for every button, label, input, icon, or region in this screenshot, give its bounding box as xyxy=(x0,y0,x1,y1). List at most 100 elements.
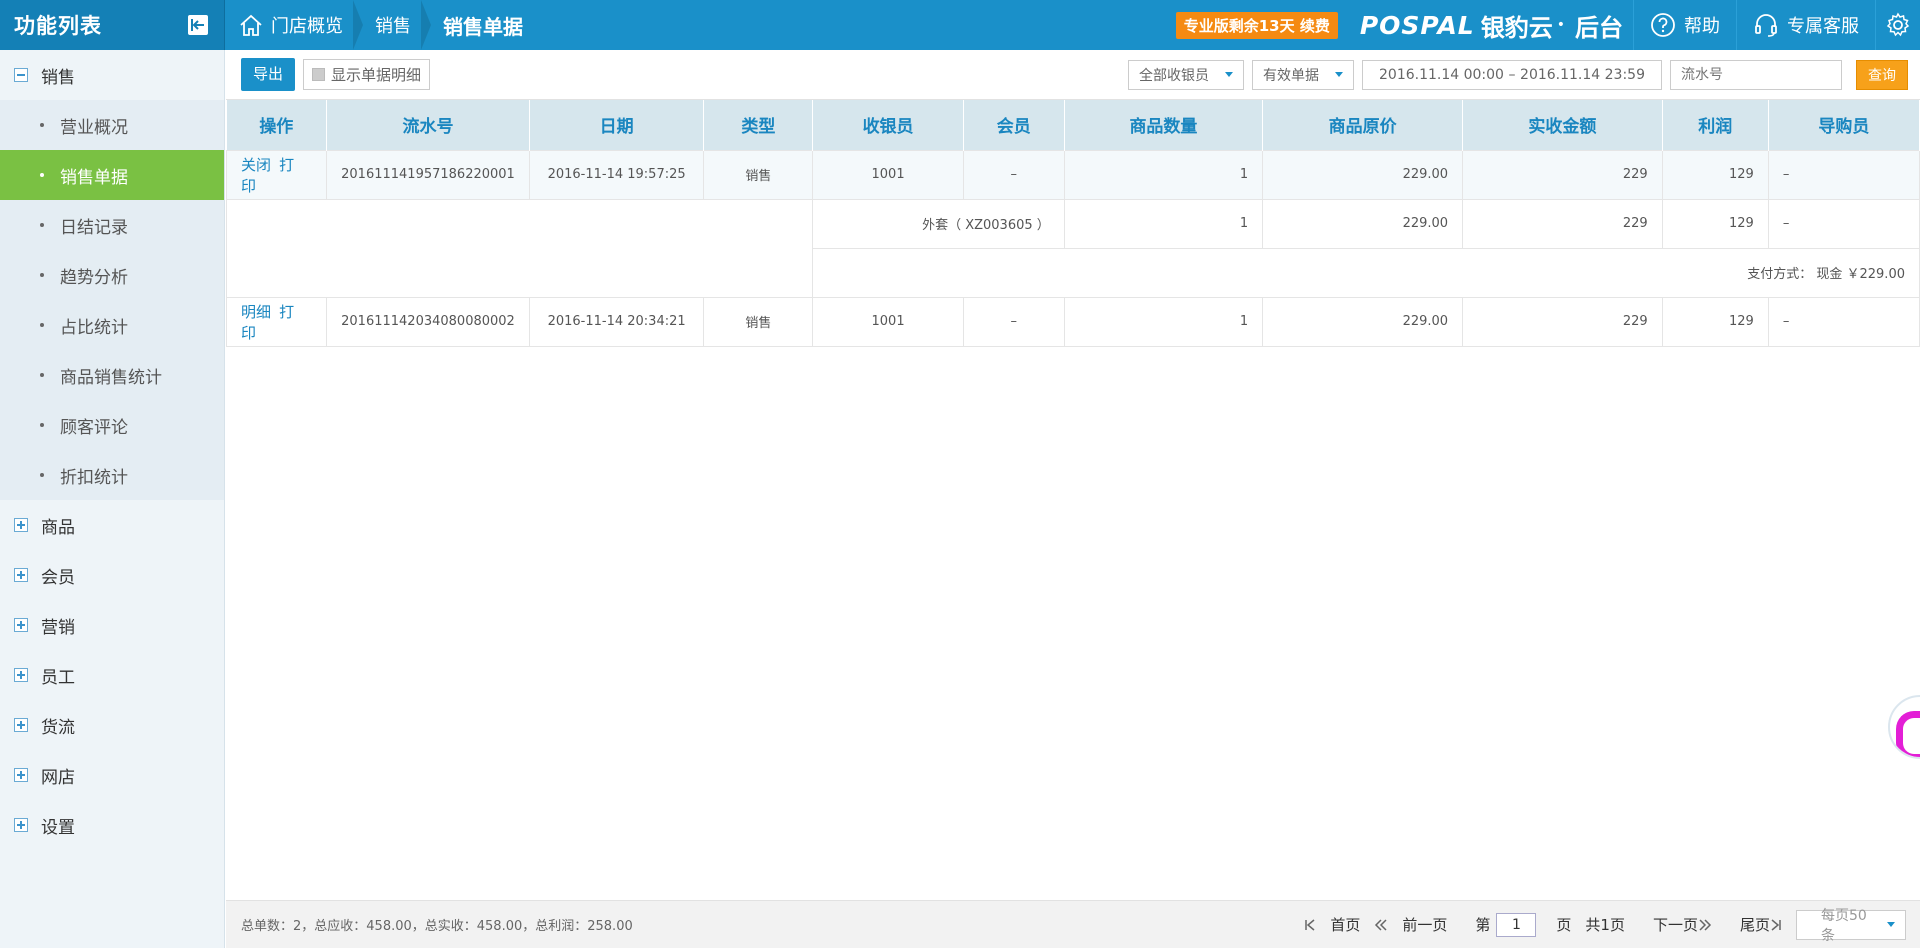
detail-item-row: 外套（ XZ003605 ） 1 229.00 229 129 – xyxy=(225,198,1920,298)
filter-toolbar: 导出 显示单据明细 全部收银员 有效单据 2016.11.14 00:00 – … xyxy=(226,50,1920,100)
page-number-input[interactable] xyxy=(1496,912,1537,937)
totals-summary: 总单数：2，总应收：458.00，总实收：458.00，总利润：258.00 xyxy=(241,919,633,934)
last-page-button[interactable]: 尾页 xyxy=(1726,914,1782,935)
last-page-icon xyxy=(1771,918,1781,931)
cell-profit: 129 xyxy=(1661,296,1769,347)
bullet-icon xyxy=(40,223,44,227)
sales-submenu: 营业概况 销售单据 日结记录 趋势分析 占比统计 商品销售统计 顾客评论 折扣统… xyxy=(0,100,224,500)
sidebar-item-label: 顾客评论 xyxy=(60,417,128,438)
double-chevron-left-icon xyxy=(1375,918,1387,931)
sidebar-item-share-statistics[interactable]: 占比统计 xyxy=(0,300,224,350)
cell-profit: 129 xyxy=(1661,149,1769,200)
gear-icon xyxy=(1886,12,1910,37)
sidebar-group-members[interactable]: 会员 xyxy=(0,550,224,600)
row-actions: 明细 打印 xyxy=(225,296,328,347)
sidebar-item-daily-settlement[interactable]: 日结记录 xyxy=(0,200,224,250)
cell-type: 销售 xyxy=(703,149,814,200)
sidebar-group-marketing[interactable]: 营销 xyxy=(0,600,224,650)
expand-plus-icon xyxy=(14,768,28,782)
table-footer: 总单数：2，总应收：458.00，总实收：458.00，总利润：258.00 首… xyxy=(226,900,1920,948)
export-button[interactable]: 导出 xyxy=(241,58,296,91)
cell-date: 2016-11-14 19:57:25 xyxy=(528,149,705,200)
query-button[interactable]: 查询 xyxy=(1856,59,1908,90)
view-detail-link[interactable]: 明细 xyxy=(241,303,271,321)
sidebar-item-sales-receipts[interactable]: 销售单据 xyxy=(0,150,224,200)
table-row[interactable]: 明细 打印 201611142034080080002 2016-11-14 2… xyxy=(225,296,1920,347)
date-start[interactable]: 2016.11.14 00:00 xyxy=(1379,67,1504,83)
sidebar-group-online-store[interactable]: 网店 xyxy=(0,750,224,800)
floating-chat-widget[interactable] xyxy=(1888,695,1920,759)
sidebar-group-staff[interactable]: 员工 xyxy=(0,650,224,700)
cell-paid: 229 xyxy=(1462,149,1663,200)
cell-orig-price: 229.00 xyxy=(1262,296,1464,347)
page-jump: 第 页 xyxy=(1461,912,1571,937)
breadcrumb-sales-label: 销售 xyxy=(375,16,411,37)
breadcrumb-sales[interactable]: 销售 xyxy=(361,0,431,50)
sidebar-item-product-sales[interactable]: 商品销售统计 xyxy=(0,350,224,400)
sidebar-item-label: 占比统计 xyxy=(60,317,128,338)
sidebar-item-label: 日结记录 xyxy=(60,217,128,238)
menu-title: 功能列表 xyxy=(14,14,102,38)
cell-guide: – xyxy=(1767,149,1920,200)
sidebar-item-label: 趋势分析 xyxy=(60,267,128,288)
col-header-type: 类型 xyxy=(703,100,814,150)
bullet-icon xyxy=(40,323,44,327)
receipt-status-select[interactable]: 有效单据 xyxy=(1252,59,1354,90)
chevron-down-icon xyxy=(1335,72,1343,77)
help-link[interactable]: 帮助 xyxy=(1633,0,1736,50)
cashier-select[interactable]: 全部收银员 xyxy=(1128,59,1244,90)
expand-plus-icon xyxy=(14,568,28,582)
customer-service-link[interactable]: 专属客服 xyxy=(1736,0,1875,50)
first-page-button[interactable]: 首页 xyxy=(1304,914,1360,935)
sidebar-group-logistics[interactable]: 货流 xyxy=(0,700,224,750)
collapse-minus-icon xyxy=(14,68,28,82)
col-header-orig-price: 商品原价 xyxy=(1262,100,1464,150)
expand-plus-icon xyxy=(14,818,28,832)
detail-qty: 1 xyxy=(1063,198,1264,249)
col-header-profit: 利润 xyxy=(1662,100,1769,150)
brand-area: 功能列表 xyxy=(0,0,225,50)
expand-plus-icon xyxy=(14,668,28,682)
next-page-label: 下一页 xyxy=(1652,916,1698,934)
sidebar-item-business-overview[interactable]: 营业概况 xyxy=(0,100,224,150)
settings-button[interactable] xyxy=(1875,0,1920,50)
detail-profit: 129 xyxy=(1661,198,1769,249)
sidebar-group-sales[interactable]: 销售 xyxy=(0,50,224,100)
prev-page-button[interactable]: 前一页 xyxy=(1374,914,1447,935)
col-header-paid: 实收金额 xyxy=(1462,100,1663,150)
collapse-sidebar-icon[interactable] xyxy=(188,15,208,35)
service-label: 专属客服 xyxy=(1787,16,1859,37)
sidebar-group-label: 货流 xyxy=(41,717,75,738)
show-detail-label: 显示单据明细 xyxy=(331,66,422,84)
detail-spacer xyxy=(225,198,814,298)
sidebar-group-products[interactable]: 商品 xyxy=(0,500,224,550)
date-end[interactable]: 2016.11.14 23:59 xyxy=(1520,67,1645,83)
per-page-select[interactable]: 每页50条 xyxy=(1796,908,1906,944)
help-icon xyxy=(1651,13,1675,37)
checkbox-icon xyxy=(312,68,326,81)
sidebar: 销售 营业概况 销售单据 日结记录 趋势分析 占比统计 商品销售统计 顾客评论 … xyxy=(0,50,225,948)
breadcrumb-home[interactable]: 门店概览 xyxy=(225,0,363,50)
serial-search-input[interactable] xyxy=(1670,59,1842,90)
receipts-table: 操作 流水号 日期 类型 收银员 会员 商品数量 商品原价 实收金额 利润 导购… xyxy=(225,100,1920,347)
table-row[interactable]: 关闭 打印 201611141957186220001 2016-11-14 1… xyxy=(225,149,1920,200)
cell-cashier: 1001 xyxy=(812,296,964,347)
sidebar-item-label: 折扣统计 xyxy=(60,467,128,488)
sidebar-group-settings[interactable]: 设置 xyxy=(0,800,224,850)
chevron-down-icon xyxy=(1225,72,1233,77)
sidebar-item-customer-reviews[interactable]: 顾客评论 xyxy=(0,400,224,450)
prev-page-label: 前一页 xyxy=(1402,916,1448,934)
sidebar-group-label: 商品 xyxy=(41,517,75,538)
date-range-picker[interactable]: 2016.11.14 00:00 – 2016.11.14 23:59 xyxy=(1362,59,1662,90)
next-page-button[interactable]: 下一页 xyxy=(1639,914,1712,935)
cell-serial: 201611142034080080002 xyxy=(326,296,530,347)
cell-qty: 1 xyxy=(1063,296,1264,347)
renew-badge[interactable]: 专业版剩余13天 续费 xyxy=(1175,11,1338,39)
logo-suffix: 后台 xyxy=(1575,13,1623,42)
sidebar-item-discount-statistics[interactable]: 折扣统计 xyxy=(0,450,224,500)
show-detail-checkbox[interactable]: 显示单据明细 xyxy=(303,59,431,90)
sidebar-item-trend-analysis[interactable]: 趋势分析 xyxy=(0,250,224,300)
sidebar-group-label: 会员 xyxy=(41,567,75,588)
close-detail-link[interactable]: 关闭 xyxy=(241,156,271,174)
expand-plus-icon xyxy=(14,718,28,732)
